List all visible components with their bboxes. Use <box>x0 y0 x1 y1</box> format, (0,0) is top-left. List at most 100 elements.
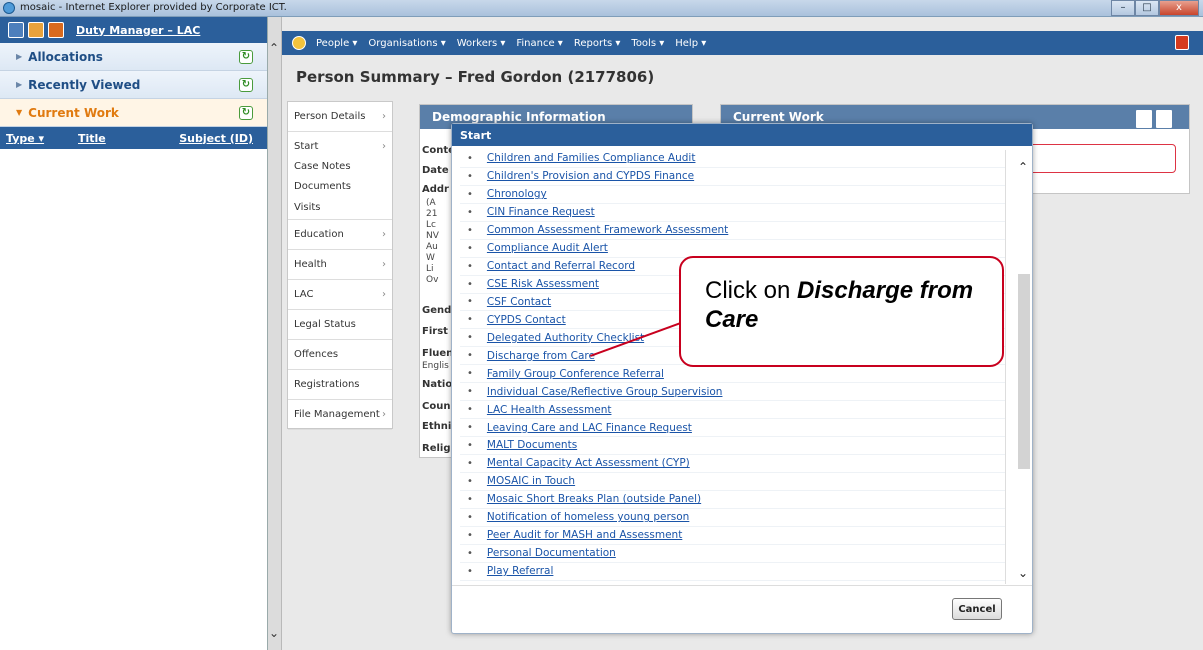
form-link[interactable]: CIN Finance Request <box>487 206 595 218</box>
cancel-button[interactable]: Cancel <box>952 598 1002 620</box>
bullet-icon: • <box>467 314 473 326</box>
form-link[interactable]: Delegated Authority Checklist <box>487 332 644 344</box>
panel-scrollbar[interactable]: ⌃ ⌄ <box>268 17 282 650</box>
nav-label: Visits <box>294 202 321 213</box>
nav-registrations[interactable]: Registrations <box>288 370 392 400</box>
form-link[interactable]: Children's Provision and CYPDS Finance <box>487 170 694 182</box>
bullet-icon: • <box>467 386 473 398</box>
form-link[interactable]: Children and Families Compliance Audit <box>487 152 696 164</box>
demo-label: Gend <box>422 305 452 316</box>
scroll-up-icon[interactable]: ⌃ <box>269 41 279 55</box>
menu-reports[interactable]: Reports ▾ <box>574 38 621 49</box>
scroll-down-icon[interactable]: ⌄ <box>1018 566 1028 580</box>
start-dialog: Start • Children and Families Compliance … <box>451 123 1033 634</box>
form-link[interactable]: Family Group Conference Referral <box>487 368 664 380</box>
bullet-icon: • <box>467 475 473 487</box>
form-list-item: • Chronology <box>460 186 1005 204</box>
maximize-button[interactable]: □ <box>1135 0 1159 16</box>
form-link[interactable]: Chronology <box>487 188 547 200</box>
home-icon[interactable] <box>292 36 306 50</box>
refresh-icon[interactable]: ↻ <box>239 106 253 120</box>
expand-icon[interactable] <box>1155 109 1173 129</box>
form-link[interactable]: Discharge from Care <box>487 350 595 362</box>
refresh-icon[interactable]: ↻ <box>239 78 253 92</box>
nav-offences[interactable]: Offences <box>288 340 392 370</box>
menu-workers[interactable]: Workers ▾ <box>457 38 506 49</box>
minimize-button[interactable]: – <box>1111 0 1135 16</box>
instruction-callout: Click on Discharge from Care <box>679 256 1004 367</box>
bullet-icon: • <box>467 260 473 272</box>
nav-legal-status[interactable]: Legal Status <box>288 310 392 340</box>
nav-file-management[interactable]: File Management › <box>288 400 392 430</box>
duty-manager-link[interactable]: Duty Manager – LAC <box>76 24 200 37</box>
demo-label: Natio <box>422 379 453 390</box>
form-link[interactable]: MALT Documents <box>487 439 577 451</box>
subject-column-header[interactable]: Subject (ID) <box>179 132 253 145</box>
scroll-up-icon[interactable]: ⌃ <box>1018 160 1028 174</box>
recently-viewed-section[interactable]: ▶ Recently Viewed ↻ <box>0 71 267 99</box>
bullet-icon: • <box>467 350 473 362</box>
form-link[interactable]: Notification of homeless young person <box>487 511 689 523</box>
form-link[interactable]: Mosaic Short Breaks Plan (outside Panel) <box>487 493 701 505</box>
form-link[interactable]: CSE Risk Assessment <box>487 278 599 290</box>
form-link[interactable]: CYPDS Contact <box>487 314 566 326</box>
close-button[interactable]: x <box>1159 0 1199 16</box>
exit-icon[interactable] <box>1175 35 1189 50</box>
type-column-header[interactable]: Type ▾ <box>6 132 44 145</box>
chevron-right-icon: › <box>382 140 386 152</box>
form-link[interactable]: Mental Capacity Act Assessment (CYP) <box>487 457 690 469</box>
form-link[interactable]: Compliance Audit Alert <box>487 242 608 254</box>
menu-tools[interactable]: Tools ▾ <box>631 38 664 49</box>
bullet-icon: • <box>467 278 473 290</box>
nav-label: Documents <box>294 180 352 192</box>
nav-label: Person Details <box>294 111 366 122</box>
scroll-thumb[interactable] <box>1018 274 1030 469</box>
demo-label: Conte <box>422 145 455 156</box>
form-link[interactable]: Common Assessment Framework Assessment <box>487 224 728 236</box>
form-link[interactable]: Individual Case/Reflective Group Supervi… <box>487 386 723 398</box>
form-list-item: • Play Referral <box>460 563 1005 581</box>
nav-documents[interactable]: Documents <box>288 176 392 196</box>
form-link[interactable]: LAC Health Assessment <box>487 404 612 416</box>
nav-visits[interactable]: Visits <box>288 196 392 220</box>
nav-start[interactable]: Start › <box>288 136 392 156</box>
form-link[interactable]: Peer Audit for MASH and Assessment <box>487 529 682 541</box>
current-work-section[interactable]: ▼ Current Work ↻ <box>0 99 267 127</box>
refresh-icon[interactable]: ↻ <box>239 50 253 64</box>
scroll-down-icon[interactable]: ⌄ <box>269 626 279 640</box>
start-form-list: • Children and Families Compliance Audit •… <box>460 150 1006 584</box>
nav-lac[interactable]: LAC › <box>288 280 392 310</box>
window-icon[interactable] <box>8 22 24 38</box>
form-link[interactable]: Personal Documentation <box>487 547 616 559</box>
nav-health[interactable]: Health › <box>288 250 392 280</box>
workgroup-icon[interactable] <box>48 22 64 38</box>
team-icon[interactable] <box>28 22 44 38</box>
bullet-icon: • <box>467 170 473 182</box>
allocations-section[interactable]: ▶ Allocations ↻ <box>0 43 267 71</box>
nav-education[interactable]: Education › <box>288 220 392 250</box>
form-link[interactable]: MOSAIC in Touch <box>487 475 575 487</box>
address-line: (A <box>426 198 436 208</box>
form-link[interactable]: Leaving Care and LAC Finance Request <box>487 422 692 434</box>
nav-case-notes[interactable]: Case Notes <box>288 156 392 176</box>
chevron-right-icon: ▶ <box>16 80 23 89</box>
dialog-scrollbar[interactable]: ⌃ ⌄ <box>1018 154 1030 584</box>
menu-finance[interactable]: Finance ▾ <box>516 38 562 49</box>
main-menubar: People ▾ Organisations ▾ Workers ▾ Finan… <box>282 31 1203 55</box>
form-link[interactable]: Play Referral <box>487 565 553 577</box>
menu-organisations[interactable]: Organisations ▾ <box>368 38 445 49</box>
chevron-right-icon: ▶ <box>16 52 23 61</box>
form-list-item: • Family Group Conference Referral <box>460 365 1005 384</box>
form-link[interactable]: Contact and Referral Record <box>487 260 635 272</box>
nav-label: Start <box>294 140 319 152</box>
nav-person-details[interactable]: Person Details › <box>288 102 392 132</box>
title-column-header[interactable]: Title <box>78 132 106 145</box>
form-link[interactable]: CSF Contact <box>487 296 551 308</box>
menu-people[interactable]: People ▾ <box>316 38 357 49</box>
nav-label: Registrations <box>294 379 360 390</box>
allocations-label: Allocations <box>28 49 103 64</box>
add-work-icon[interactable] <box>1135 109 1153 129</box>
menu-help[interactable]: Help ▾ <box>675 38 706 49</box>
form-list-item: • Common Assessment Framework Assessment <box>460 222 1005 240</box>
bullet-icon: • <box>467 224 473 236</box>
